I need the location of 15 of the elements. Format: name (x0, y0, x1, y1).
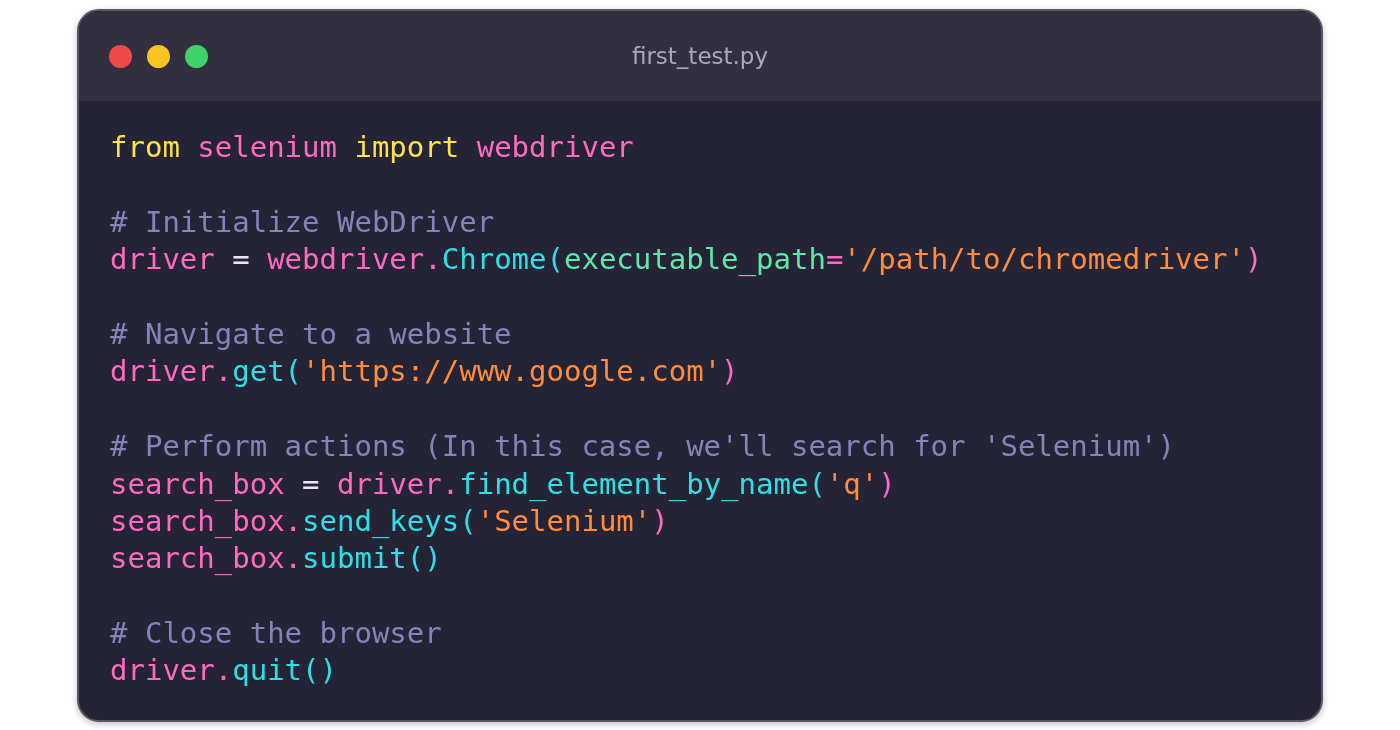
code-comment: # Perform actions (In this case, we'll search for 'Selenium') (110, 429, 1176, 464)
maximize-icon[interactable] (185, 44, 208, 68)
code-line: driver.get('https://www.google.com') (110, 354, 739, 389)
code-line: search_box = driver.find_element_by_name('q') (110, 466, 896, 501)
code-line: driver.quit() (110, 653, 337, 688)
window-title: first_test.py (631, 43, 769, 69)
code-line: from selenium import webdriver (110, 130, 634, 164)
close-icon[interactable] (109, 44, 132, 68)
code-line: search_box.send_keys('Selenium') (110, 503, 669, 538)
code-line: driver = webdriver.Chrome(executable_path='/path/to/chromedriver') (110, 242, 1263, 277)
code-comment: # Navigate to a website (110, 316, 512, 351)
code-comment: # Initialize WebDriver (110, 204, 495, 239)
code-comment: # Close the browser (110, 616, 442, 651)
code-line: search_box.submit() (110, 541, 442, 576)
minimize-icon[interactable] (147, 44, 170, 68)
